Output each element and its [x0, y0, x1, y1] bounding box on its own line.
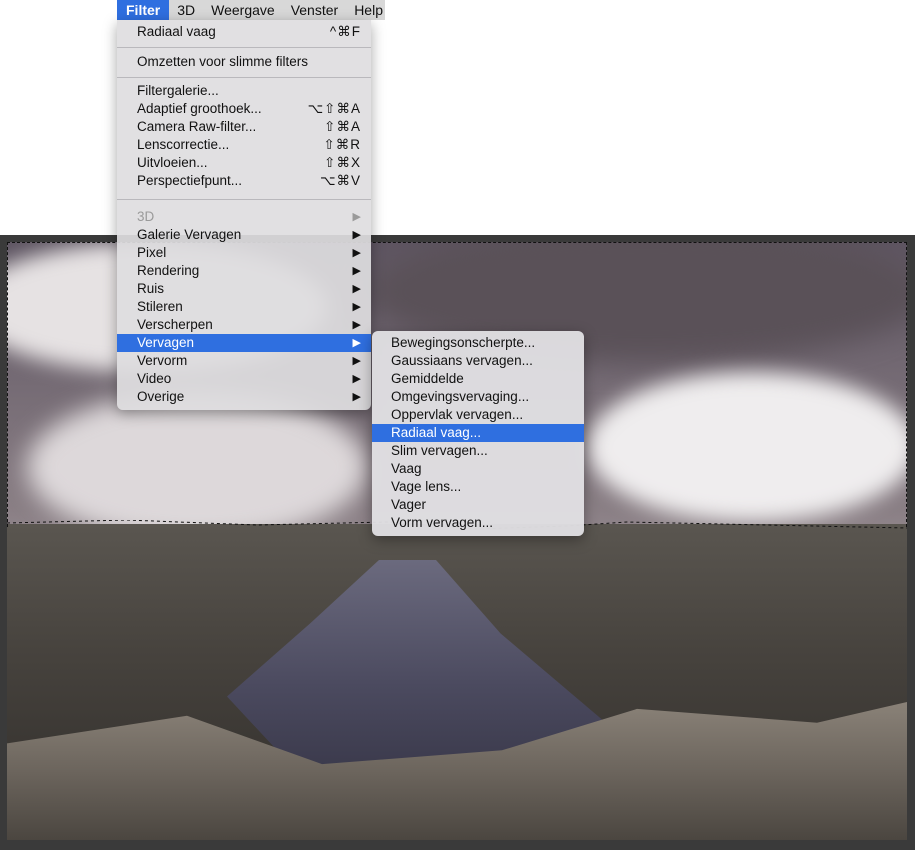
submenu-item-radiaal-vaag[interactable]: Radiaal vaag...	[372, 424, 584, 442]
submenu-arrow-icon: ▶	[352, 283, 361, 295]
menubar-help[interactable]: Help	[346, 0, 391, 20]
menu-item-filtergalerie[interactable]: Filtergalerie...	[117, 82, 371, 100]
submenu-arrow-icon: ▶	[352, 337, 361, 349]
menu-item-label: Overige	[137, 389, 185, 404]
menu-item-verscherpen[interactable]: Verscherpen ▶	[117, 316, 371, 334]
submenu-item-oppervlak-vervagen[interactable]: Oppervlak vervagen...	[372, 406, 584, 424]
menu-item-label: Video	[137, 371, 172, 386]
menu-item-label: Filtergalerie...	[137, 83, 219, 98]
menubar-venster[interactable]: Venster	[283, 0, 346, 20]
menu-item-convert-smart-filters[interactable]: Omzetten voor slimme filters	[117, 53, 371, 71]
menu-item-label: Lenscorrectie...	[137, 137, 230, 152]
menu-item-uitvloeien[interactable]: Uitvloeien... ⇧⌘X	[117, 154, 371, 172]
cloud	[587, 372, 907, 522]
submenu-arrow-icon: ▶	[352, 247, 361, 259]
filter-menu: Radiaal vaag ^⌘F Omzetten voor slimme fi…	[117, 20, 371, 410]
menu-item-overige[interactable]: Overige ▶	[117, 388, 371, 406]
menu-item-pixel[interactable]: Pixel ▶	[117, 244, 371, 262]
vervagen-submenu: Bewegingsonscherpte... Gaussiaans vervag…	[372, 331, 584, 536]
menu-item-adaptief-groothoek[interactable]: Adaptief groothoek... ⌥⇧⌘A	[117, 100, 371, 118]
shortcut-label: ⌥⌘V	[319, 173, 361, 188]
submenu-arrow-icon: ▶	[352, 355, 361, 367]
submenu-item-vorm-vervagen[interactable]: Vorm vervagen...	[372, 514, 584, 532]
menu-item-camera-raw[interactable]: Camera Raw-filter... ⇧⌘A	[117, 118, 371, 136]
menu-item-vervorm[interactable]: Vervorm ▶	[117, 352, 371, 370]
menu-item-video[interactable]: Video ▶	[117, 370, 371, 388]
menu-item-vervagen[interactable]: Vervagen ▶	[117, 334, 371, 352]
menu-item-label: Vervorm	[137, 353, 188, 368]
menu-item-label: 3D	[137, 209, 155, 224]
menu-item-perspectiefpunt[interactable]: Perspectiefpunt... ⌥⌘V	[117, 172, 371, 190]
submenu-item-vaag[interactable]: Vaag	[372, 460, 584, 478]
submenu-arrow-icon: ▶	[352, 301, 361, 313]
shortcut-label: ⇧⌘A	[324, 119, 361, 134]
submenu-arrow-icon: ▶	[352, 265, 361, 277]
submenu-item-vager[interactable]: Vager	[372, 496, 584, 514]
menu-item-lenscorrectie[interactable]: Lenscorrectie... ⇧⌘R	[117, 136, 371, 154]
menu-item-stileren[interactable]: Stileren ▶	[117, 298, 371, 316]
submenu-item-omgevingsvervaging[interactable]: Omgevingsvervaging...	[372, 388, 584, 406]
menu-item-label: Pixel	[137, 245, 167, 260]
submenu-arrow-icon: ▶	[352, 211, 361, 223]
menu-item-ruis[interactable]: Ruis ▶	[117, 280, 371, 298]
menubar-3d[interactable]: 3D	[169, 0, 203, 20]
submenu-item-gaussiaans-vervagen[interactable]: Gaussiaans vervagen...	[372, 352, 584, 370]
menu-item-label: Adaptief groothoek...	[137, 101, 262, 116]
menu-item-last-filter[interactable]: Radiaal vaag ^⌘F	[117, 23, 371, 41]
submenu-item-gemiddelde[interactable]: Gemiddelde	[372, 370, 584, 388]
menu-item-label: Ruis	[137, 281, 165, 296]
menu-item-label: Galerie Vervagen	[137, 227, 242, 242]
menu-item-label: Rendering	[137, 263, 200, 278]
shortcut-label: ^⌘F	[329, 24, 361, 39]
submenu-arrow-icon: ▶	[352, 319, 361, 331]
menubar: Filter 3D Weergave Venster Help	[117, 0, 385, 20]
menu-separator	[117, 47, 371, 48]
menu-separator	[117, 77, 371, 78]
menu-item-label: Omzetten voor slimme filters	[137, 54, 309, 69]
menubar-weergave[interactable]: Weergave	[203, 0, 283, 20]
shortcut-label: ⇧⌘R	[323, 137, 361, 152]
menu-item-label: Verscherpen	[137, 317, 213, 332]
menu-item-label: Vervagen	[137, 335, 195, 350]
submenu-item-vage-lens[interactable]: Vage lens...	[372, 478, 584, 496]
menubar-filter[interactable]: Filter	[117, 0, 170, 20]
menu-item-label: Perspectiefpunt...	[137, 173, 243, 188]
submenu-arrow-icon: ▶	[352, 373, 361, 385]
menu-item-galerie-vervagen[interactable]: Galerie Vervagen ▶	[117, 226, 371, 244]
menu-item-label: Radiaal vaag	[137, 24, 216, 39]
menu-separator	[117, 199, 371, 200]
submenu-arrow-icon: ▶	[352, 229, 361, 241]
shortcut-label: ⌥⇧⌘A	[307, 101, 361, 116]
submenu-item-bewegingsonscherpte[interactable]: Bewegingsonscherpte...	[372, 334, 584, 352]
menu-item-label: Uitvloeien...	[137, 155, 208, 170]
menu-item-3d: 3D ▶	[117, 208, 371, 226]
menu-item-rendering[interactable]: Rendering ▶	[117, 262, 371, 280]
menu-item-label: Stileren	[137, 299, 183, 314]
shortcut-label: ⇧⌘X	[324, 155, 361, 170]
submenu-arrow-icon: ▶	[352, 391, 361, 403]
menu-item-label: Camera Raw-filter...	[137, 119, 257, 134]
cloud	[27, 392, 367, 542]
submenu-item-slim-vervagen[interactable]: Slim vervagen...	[372, 442, 584, 460]
